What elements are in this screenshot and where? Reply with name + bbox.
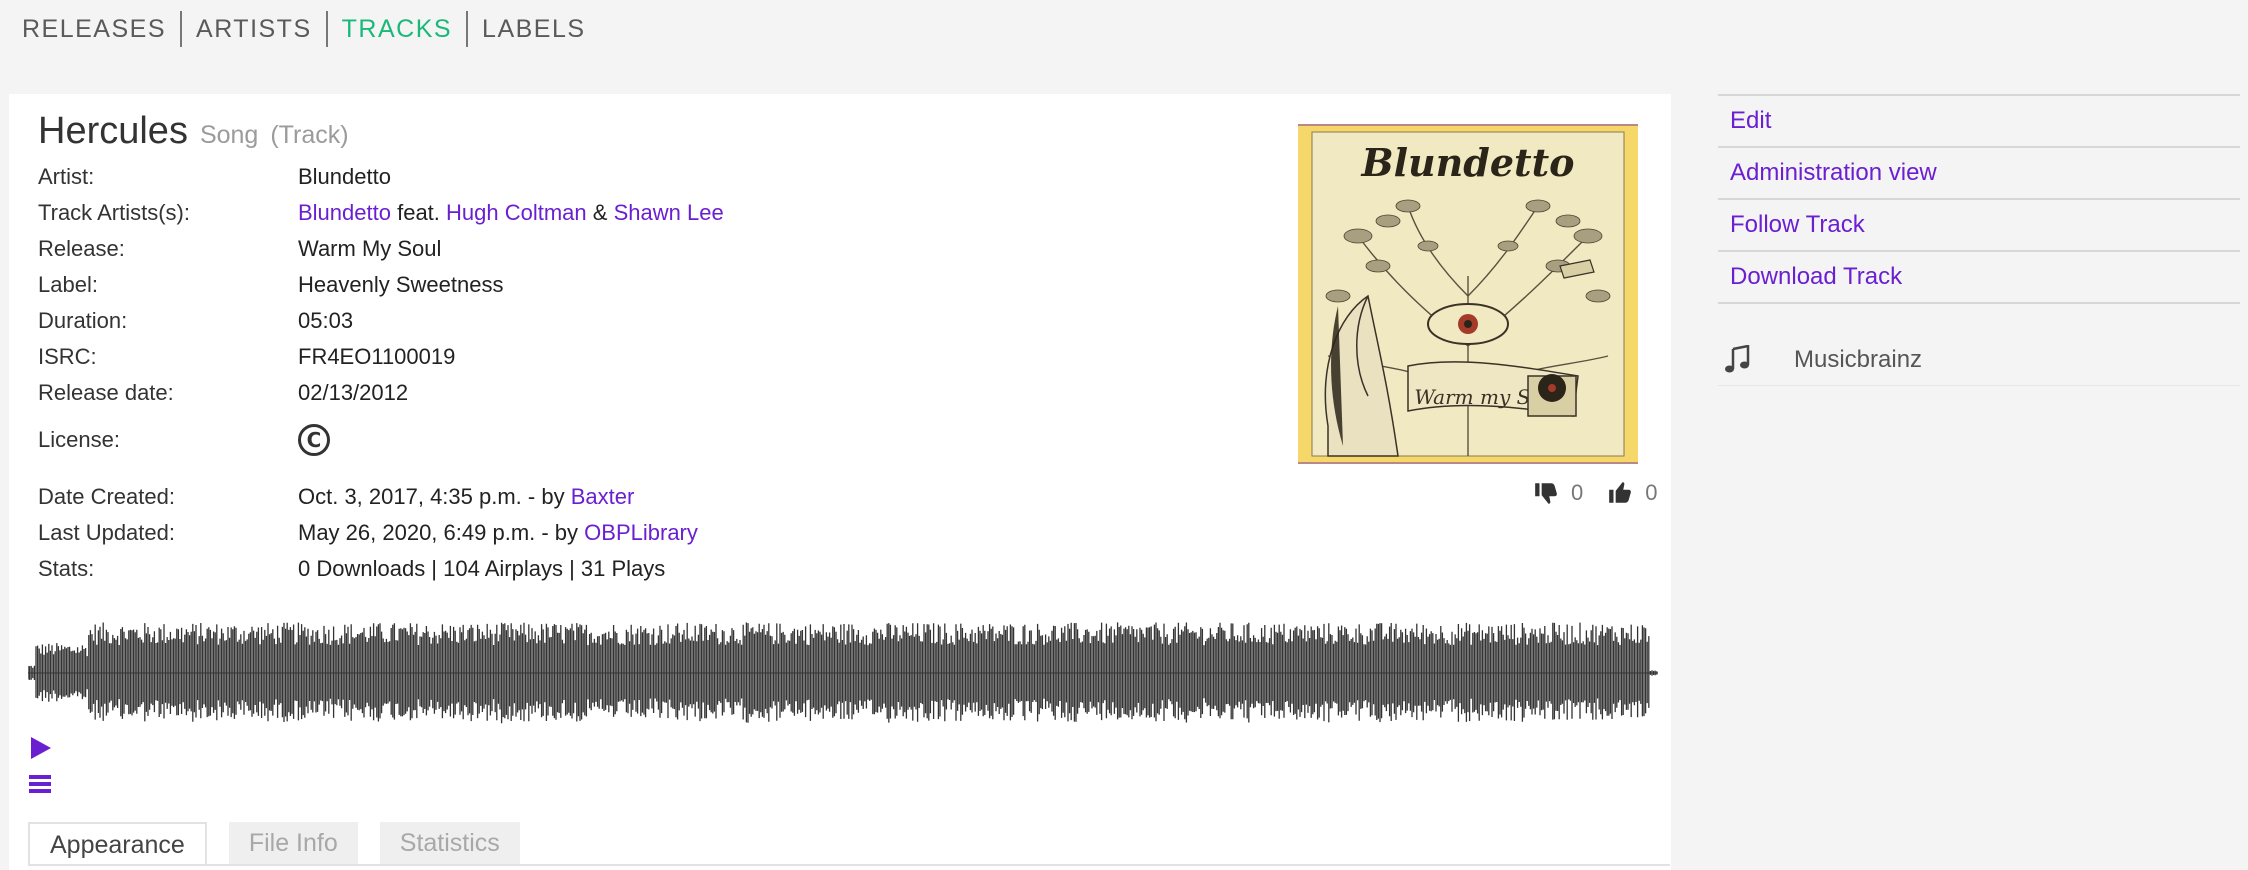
thumbs-up-icon	[1609, 482, 1632, 503]
thumbs-up-button[interactable]: 0	[1607, 480, 1658, 506]
updated-by-link[interactable]: OBPLibrary	[584, 520, 698, 545]
artist-row: Artist: Blundetto	[38, 164, 391, 190]
tab-appearance[interactable]: Appearance	[28, 822, 207, 864]
duration-label: Duration:	[38, 308, 128, 333]
cover-artwork: Blundetto Warm my Soul	[1298, 126, 1638, 462]
administration-view-link[interactable]: Administration view	[1718, 146, 2240, 198]
sidebar-divider	[1718, 302, 2240, 304]
download-track-link[interactable]: Download Track	[1718, 250, 2240, 302]
release-label: Release:	[38, 236, 125, 261]
track-kind: (Track)	[270, 121, 349, 149]
release-date-label: Release date:	[38, 380, 174, 405]
isrc-value: FR4EO1100019	[298, 344, 456, 369]
ampersand-text: &	[592, 200, 608, 225]
play-icon[interactable]	[29, 734, 53, 762]
votes: 0 0	[1509, 480, 1658, 506]
tab-file-info[interactable]: File Info	[228, 822, 358, 864]
top-nav: RELEASES ARTISTS TRACKS LABELS	[22, 11, 600, 47]
thumbs-down-count: 0	[1571, 480, 1584, 505]
tab-statistics[interactable]: Statistics	[379, 822, 520, 864]
track-artist-link[interactable]: Blundetto	[298, 200, 391, 225]
isrc-row: ISRC: FR4EO1100019	[38, 344, 455, 370]
track-title: Hercules	[38, 110, 188, 152]
title-row: Hercules Song (Track)	[38, 110, 349, 153]
action-sidebar: Edit Administration view Follow Track Do…	[1718, 94, 2240, 304]
stats-label: Stats:	[38, 556, 95, 581]
track-detail-panel: Hercules Song (Track) Artist: Blundetto …	[9, 94, 1671, 870]
tabs-divider	[28, 864, 1670, 866]
album-cover[interactable]: Blundetto Warm my Soul	[1298, 124, 1638, 464]
featured-artist-link[interactable]: Shawn Lee	[614, 200, 724, 225]
follow-track-link[interactable]: Follow Track	[1718, 198, 2240, 250]
date-created-row: Date Created: Oct. 3, 2017, 4:35 p.m. - …	[38, 484, 634, 510]
queue-icon[interactable]	[28, 770, 54, 798]
copyright-icon[interactable]: C	[298, 424, 330, 456]
duration-value: 05:03	[298, 308, 354, 333]
musicbrainz-link[interactable]: Musicbrainz	[1794, 346, 1922, 374]
track-artists-label: Track Artists(s):	[38, 200, 190, 225]
artist-link[interactable]: Blundetto	[298, 164, 391, 190]
date-created-label: Date Created:	[38, 484, 175, 509]
date-created-value: Oct. 3, 2017, 4:35 p.m. - by Baxter	[298, 484, 634, 510]
musicbrainz-row[interactable]: Musicbrainz	[1718, 334, 2240, 386]
thumbs-down-icon	[1535, 483, 1557, 504]
label-link[interactable]: Heavenly Sweetness	[298, 272, 503, 298]
track-artists-row: Track Artists(s): Blundetto feat. Hugh C…	[38, 200, 724, 226]
artist-label: Artist:	[38, 164, 95, 189]
nav-labels[interactable]: LABELS	[468, 12, 600, 46]
last-updated-label: Last Updated:	[38, 520, 175, 545]
track-artists-value: Blundetto feat. Hugh Coltman & Shawn Lee	[298, 200, 724, 226]
feat-text: feat.	[397, 200, 440, 225]
nav-tracks[interactable]: TRACKS	[328, 12, 466, 46]
last-updated-row: Last Updated: May 26, 2020, 6:49 p.m. - …	[38, 520, 698, 546]
thumbs-down-button[interactable]: 0	[1533, 480, 1583, 506]
created-by-link[interactable]: Baxter	[571, 484, 635, 509]
edit-link[interactable]: Edit	[1718, 94, 2240, 146]
stats-value: 0 Downloads | 104 Airplays | 31 Plays	[298, 556, 666, 581]
label-label: Label:	[38, 272, 98, 297]
nav-releases[interactable]: RELEASES	[22, 12, 180, 46]
date-created-text: Oct. 3, 2017, 4:35 p.m. - by	[298, 484, 565, 509]
label-row: Label: Heavenly Sweetness	[38, 272, 503, 298]
music-note-icon	[1725, 344, 1750, 372]
waveform[interactable]	[28, 618, 1658, 728]
stats-row: Stats: 0 Downloads | 104 Airplays | 31 P…	[38, 556, 665, 582]
release-date-value: 02/13/2012	[298, 380, 409, 405]
release-link[interactable]: Warm My Soul	[298, 236, 441, 262]
track-type: Song	[199, 121, 259, 149]
thumbs-up-count: 0	[1645, 480, 1658, 505]
nav-artists[interactable]: ARTISTS	[182, 12, 326, 46]
license-label: License:	[38, 427, 120, 452]
last-updated-text: May 26, 2020, 6:49 p.m. - by	[298, 520, 579, 545]
isrc-label: ISRC:	[38, 344, 97, 369]
duration-row: Duration: 05:03	[38, 308, 353, 334]
last-updated-value: May 26, 2020, 6:49 p.m. - by OBPLibrary	[298, 520, 698, 546]
license-row: License: C	[38, 424, 330, 456]
release-row: Release: Warm My Soul	[38, 236, 441, 262]
release-date-row: Release date: 02/13/2012	[38, 380, 408, 406]
featured-artist-link[interactable]: Hugh Coltman	[446, 200, 587, 225]
detail-tabs: Appearance File Info Statistics	[28, 822, 542, 864]
cover-artist-text: Blundetto	[1360, 140, 1574, 185]
